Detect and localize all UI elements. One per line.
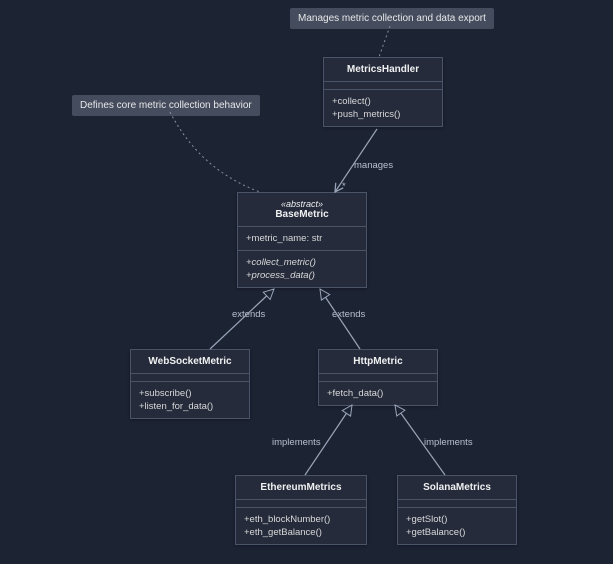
class-methods: +getSlot() +getBalance() [398, 508, 516, 544]
method: +collect_metric() [246, 256, 358, 269]
class-methods: +collect() +push_metrics() [324, 90, 442, 126]
class-attrs-empty [319, 374, 437, 382]
class-header: SolanaMetrics [398, 476, 516, 500]
method: +eth_getBalance() [244, 526, 358, 539]
edge-label-extends: extends [330, 309, 367, 320]
class-attrs: +metric_name: str [238, 227, 366, 251]
method: +subscribe() [139, 387, 241, 400]
class-header: «abstract» BaseMetric [238, 193, 366, 227]
method: +getBalance() [406, 526, 508, 539]
class-header: HttpMetric [319, 350, 437, 374]
class-header: EthereumMetrics [236, 476, 366, 500]
class-methods: +subscribe() +listen_for_data() [131, 382, 249, 418]
edge-multiplicity-star: * [340, 181, 348, 192]
class-attrs-empty [131, 374, 249, 382]
edge-label-implements: implements [270, 437, 323, 448]
class-websocketmetric: WebSocketMetric +subscribe() +listen_for… [130, 349, 250, 419]
class-metricshandler: MetricsHandler +collect() +push_metrics(… [323, 57, 443, 127]
method: +listen_for_data() [139, 400, 241, 413]
edge-label-implements: implements [422, 437, 475, 448]
method: +collect() [332, 95, 434, 108]
class-solanametrics: SolanaMetrics +getSlot() +getBalance() [397, 475, 517, 545]
class-ethereummetrics: EthereumMetrics +eth_blockNumber() +eth_… [235, 475, 367, 545]
class-methods: +collect_metric() +process_data() [238, 251, 366, 287]
class-httpmetric: HttpMetric +fetch_data() [318, 349, 438, 406]
class-methods: +fetch_data() [319, 382, 437, 405]
class-attrs-empty [398, 500, 516, 508]
class-methods: +eth_blockNumber() +eth_getBalance() [236, 508, 366, 544]
note-metrics-handler: Manages metric collection and data expor… [290, 8, 494, 29]
class-attrs-empty [236, 500, 366, 508]
edge-label-extends: extends [230, 309, 267, 320]
method: +process_data() [246, 269, 358, 282]
method: +eth_blockNumber() [244, 513, 358, 526]
attribute: +metric_name: str [246, 232, 358, 245]
method: +getSlot() [406, 513, 508, 526]
note-base-metric: Defines core metric collection behavior [72, 95, 260, 116]
stereotype: «abstract» [246, 199, 358, 209]
class-header: MetricsHandler [324, 58, 442, 82]
method: +fetch_data() [327, 387, 429, 400]
class-basemetric: «abstract» BaseMetric +metric_name: str … [237, 192, 367, 288]
class-attrs-empty [324, 82, 442, 90]
class-header: WebSocketMetric [131, 350, 249, 374]
class-name: BaseMetric [275, 209, 328, 220]
method: +push_metrics() [332, 108, 434, 121]
edge-label-manages: manages [352, 160, 395, 171]
